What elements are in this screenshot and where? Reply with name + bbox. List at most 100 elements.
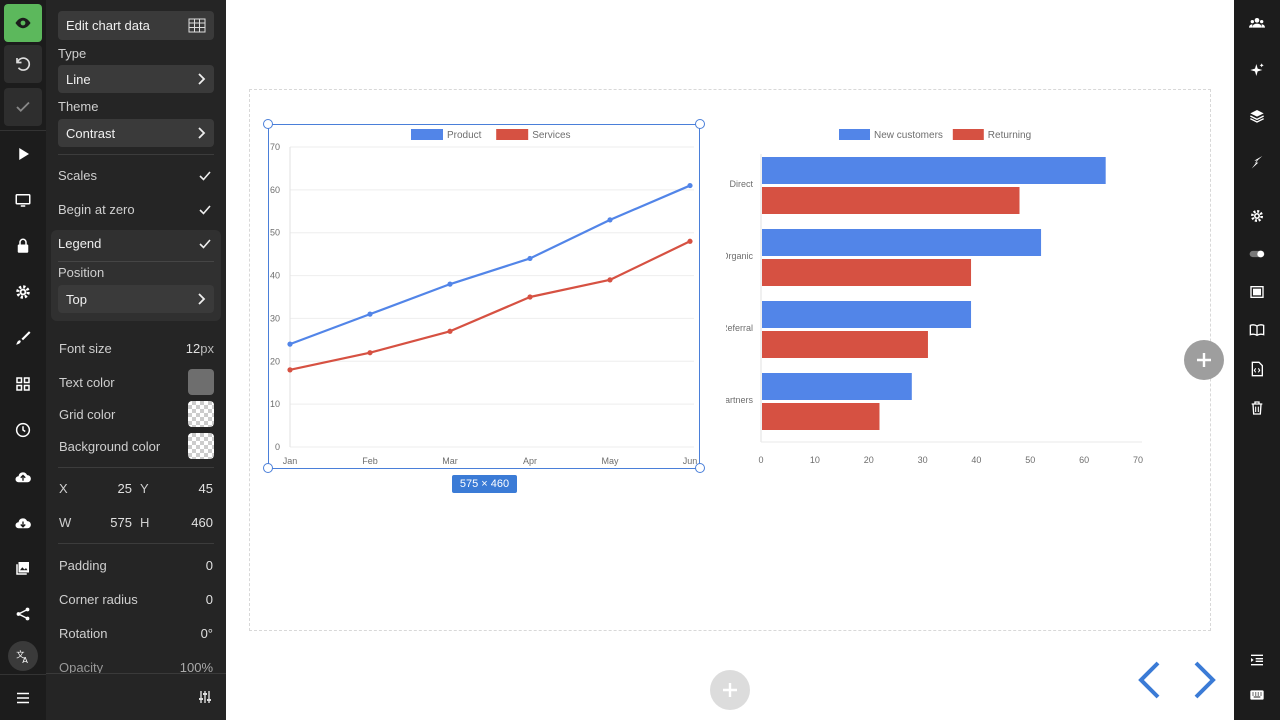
begin-at-zero-check-icon[interactable]	[198, 203, 212, 217]
app-window: 文A Edit chart data Type Line Theme Contr…	[0, 0, 1280, 720]
legend-label: Returning	[988, 130, 1031, 141]
gear-icon[interactable]	[4, 273, 42, 311]
edit-chart-data-button[interactable]: Edit chart data	[58, 11, 214, 40]
add-slide-below-button[interactable]	[710, 670, 750, 710]
padding-field[interactable]: 0	[176, 558, 213, 573]
background-color-swatch[interactable]	[188, 433, 214, 459]
x-tick-label: 70	[1133, 455, 1143, 465]
y-field[interactable]: 45	[176, 481, 213, 496]
scales-label: Scales	[58, 168, 98, 183]
type-label: Type	[58, 46, 87, 61]
position-label: Position	[58, 265, 105, 280]
data-point	[447, 328, 453, 334]
font-size-field[interactable]: 12px	[166, 341, 214, 356]
resize-handle-bottom-right[interactable]	[695, 463, 705, 473]
indent-icon[interactable]	[1247, 650, 1267, 670]
sliders-icon[interactable]	[198, 690, 212, 704]
monitor-icon[interactable]	[4, 181, 42, 219]
legend-position-select[interactable]: Top	[58, 285, 214, 313]
resize-handle-top-right[interactable]	[695, 119, 705, 129]
menu-icon[interactable]	[4, 679, 42, 717]
y-tick-label: 50	[270, 228, 280, 238]
clock-icon[interactable]	[4, 411, 42, 449]
undo-icon[interactable]	[4, 45, 42, 83]
selection-size-label: 575 × 460	[452, 475, 517, 493]
bar-organic-new-customers	[762, 229, 1042, 256]
play-icon[interactable]	[4, 135, 42, 173]
screen-icon[interactable]	[1247, 282, 1267, 302]
book-icon[interactable]	[1247, 320, 1267, 340]
padding-label: Padding	[59, 558, 107, 573]
begin-at-zero-label: Begin at zero	[58, 202, 135, 217]
grid-icon[interactable]	[4, 365, 42, 403]
data-point	[287, 367, 293, 373]
gear-icon[interactable]	[1247, 206, 1267, 226]
y-category-label: Partners	[726, 395, 753, 405]
x-field[interactable]: 25	[106, 481, 132, 496]
h-label: H	[140, 515, 150, 530]
x-label: X	[59, 481, 68, 496]
font-size-label: Font size	[59, 341, 112, 356]
theme-select[interactable]: Contrast	[58, 119, 214, 147]
lock-icon[interactable]	[4, 227, 42, 265]
data-point	[367, 311, 373, 317]
image-icon[interactable]	[4, 549, 42, 587]
code-file-icon[interactable]	[1247, 359, 1267, 379]
data-point	[287, 341, 293, 347]
next-slide-arrow-icon[interactable]	[1192, 660, 1218, 700]
corner-radius-field[interactable]: 0	[176, 592, 213, 607]
resize-handle-bottom-left[interactable]	[263, 463, 273, 473]
y-tick-label: 0	[275, 442, 280, 452]
data-point	[527, 255, 533, 262]
type-select[interactable]: Line	[58, 65, 214, 93]
cloud-upload-icon[interactable]	[4, 458, 42, 496]
x-tick-label: 0	[758, 455, 763, 465]
theme-label: Theme	[58, 99, 99, 114]
grid-color-swatch[interactable]	[188, 401, 214, 427]
legend-swatch-product	[411, 129, 443, 140]
data-point	[687, 182, 693, 189]
legend-label: New customers	[874, 130, 943, 141]
add-slide-right-button[interactable]	[1184, 340, 1224, 380]
scales-check-icon[interactable]	[198, 169, 212, 183]
legend-swatch-new-customers	[839, 129, 870, 140]
table-icon	[188, 18, 206, 33]
bar-organic-returning	[762, 259, 972, 286]
background-color-label: Background color	[59, 439, 161, 454]
text-color-swatch[interactable]	[188, 369, 214, 395]
data-point	[607, 277, 613, 283]
left-toolbar: 文A	[0, 0, 46, 720]
toggle-icon[interactable]	[1244, 244, 1270, 264]
brush-icon[interactable]	[4, 319, 42, 357]
y-category-label: Direct	[729, 179, 753, 189]
edit-chart-data-label: Edit chart data	[66, 18, 150, 33]
keyboard-icon[interactable]	[1247, 685, 1267, 705]
cloud-download-icon[interactable]	[4, 504, 42, 542]
line-chart[interactable]: Product Services 0 10 20 30 40 50 60 70 Jan Feb Mar A…	[268, 124, 700, 469]
x-tick-label: 40	[971, 455, 981, 465]
previous-slide-arrow-icon[interactable]	[1136, 660, 1162, 700]
sparkle-icon[interactable]	[1247, 60, 1267, 80]
h-field[interactable]: 460	[176, 515, 213, 530]
trash-icon[interactable]	[1247, 398, 1267, 418]
legend-label: Services	[532, 130, 570, 141]
eye-icon[interactable]	[4, 4, 42, 42]
rotation-field[interactable]: 0°	[176, 626, 213, 641]
series-line-services	[289, 240, 691, 371]
bar-chart[interactable]: New customers Returning Direct Organic Refer…	[726, 124, 1166, 469]
data-point	[527, 294, 533, 300]
bolt-icon[interactable]	[1247, 152, 1267, 172]
x-tick-label: Jan	[283, 456, 298, 466]
chevron-right-icon	[198, 293, 206, 305]
check-icon[interactable]	[4, 88, 42, 126]
bar-referral-returning	[762, 331, 928, 358]
layers-icon[interactable]	[1247, 106, 1267, 126]
resize-handle-top-left[interactable]	[263, 119, 273, 129]
users-icon[interactable]	[1247, 13, 1267, 33]
translate-icon[interactable]: 文A	[8, 641, 38, 671]
rotation-label: Rotation	[59, 626, 108, 641]
share-icon[interactable]	[4, 595, 42, 633]
w-field[interactable]: 575	[101, 515, 132, 530]
x-tick-label: 10	[810, 455, 820, 465]
legend-check-icon[interactable]	[198, 237, 212, 251]
